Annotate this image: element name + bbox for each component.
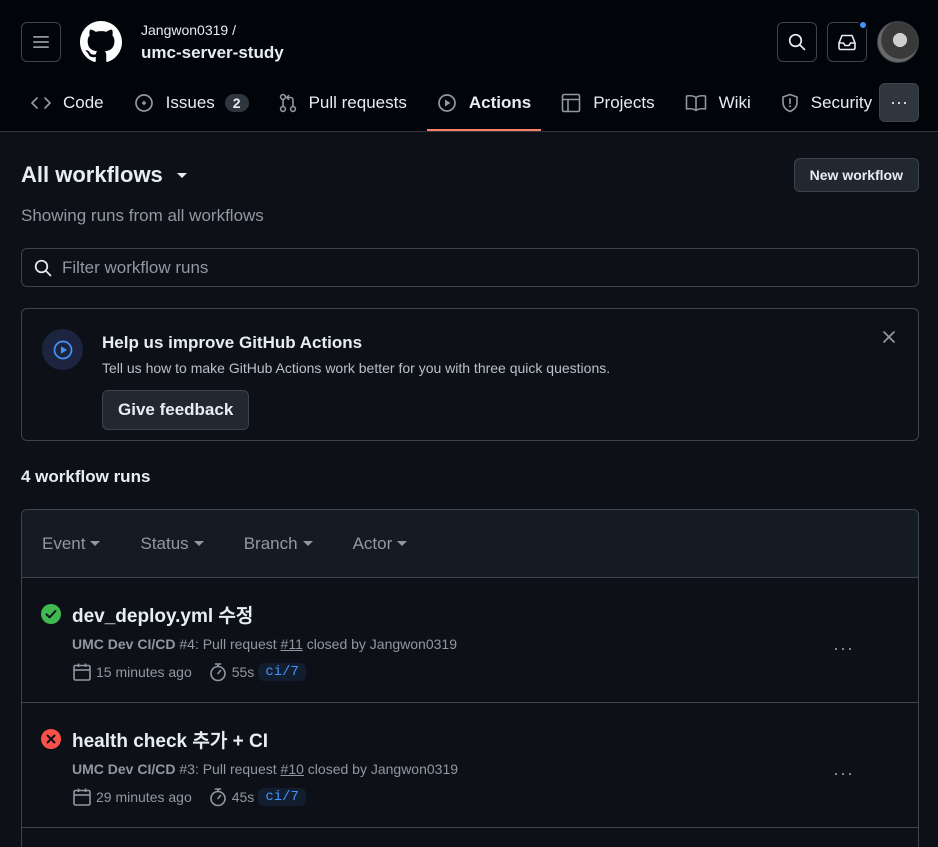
run-event-prefix: : Pull request [194,761,281,777]
tab-wiki-label: Wiki [718,93,751,112]
play-icon [438,94,456,112]
actor-filter-label: Actor [352,533,393,553]
inbox-icon [838,34,856,51]
search-button[interactable] [777,22,817,62]
run-title-link[interactable]: dev_deploy.yml 수정 [72,601,253,628]
tab-security-label: Security [810,93,873,112]
page-title: All workflows [21,162,163,187]
actor-filter[interactable]: Actor [353,534,408,554]
tab-code[interactable]: Code [21,82,114,124]
chevron-down-icon [397,541,408,546]
event-filter-label: Event [42,533,86,553]
tab-code-label: Code [63,93,104,112]
search-icon [788,33,806,51]
branch-label[interactable]: ci/7 [258,663,306,681]
chevron-down-icon [302,541,313,546]
app-header: Jangwon0319 / umc-server-study Code Issu… [0,0,938,132]
status-filter[interactable]: Status [140,533,204,554]
new-workflow-button[interactable]: New workflow [793,158,919,192]
more-tabs-button[interactable]: ··· [879,83,919,122]
give-feedback-button[interactable]: Give feedback [102,390,250,430]
tab-projects[interactable]: Projects [551,82,664,124]
run-number: #3 [179,761,195,777]
issue-opened-icon [134,94,153,112]
run-duration: 55s [231,664,255,680]
runs-list: Event Status Branch Actor dev_deploy.yml… [21,509,919,847]
run-event-suffix: closed by Jangwon0319 [302,636,457,652]
repo-owner-link[interactable]: Jangwon0319 / [141,22,236,38]
run-meta: UMC Dev CI/CD #4: Pull request #11 close… [72,636,457,652]
hamburger-icon [33,36,49,48]
calendar-icon [73,663,91,681]
run-time: 15 minutes ago [96,664,192,680]
runs-count: 4 workflow runs [21,467,151,486]
banner-title: Help us improve GitHub Actions [102,333,363,352]
x-circle-fill-icon [41,729,61,749]
chevron-down-icon [193,541,204,546]
run-info: 29 minutes ago 45s ci/7 [72,787,306,807]
code-icon [31,97,51,109]
repo-nav: Code Issues 2 Pull requests Actions Proj… [21,82,892,132]
branch-filter[interactable]: Branch [244,534,313,554]
notifications-button[interactable] [827,20,868,62]
workflow-name: UMC Dev CI/CD [72,636,176,652]
main-content: All workflows New workflow Showing runs … [0,132,938,847]
run-event-prefix: : Pull request [194,636,281,652]
filter-runs-input[interactable] [62,257,862,278]
calendar-icon [73,788,91,806]
github-logo-icon[interactable] [80,21,122,63]
pull-request-link[interactable]: #10 [281,761,304,777]
page-subtitle: Showing runs from all workflows [21,206,264,225]
workflow-run-row[interactable]: dev_deploy.yml 수정 UMC Dev CI/CD #4: Pull… [22,578,918,703]
run-more-button[interactable]: ··· [833,638,854,659]
workflows-dropdown[interactable]: All workflows [21,162,187,188]
tab-issues[interactable]: Issues 2 [124,82,259,124]
tab-pull-requests-label: Pull requests [308,93,407,112]
search-icon [34,259,52,276]
tab-projects-label: Projects [593,93,655,112]
run-title-link[interactable]: health check 추가 + CI [72,726,268,753]
workflow-name: UMC Dev CI/CD [72,761,176,777]
stopwatch-icon [209,663,226,682]
tab-issues-label: Issues [165,93,215,112]
branch-label[interactable]: ci/7 [258,788,306,806]
workflow-run-row[interactable] [22,828,918,847]
tab-actions-label: Actions [468,93,532,112]
close-icon[interactable] [882,330,896,344]
git-pull-request-icon [279,93,296,113]
run-info: 15 minutes ago 55s ci/7 [72,662,306,682]
stopwatch-icon [209,788,226,807]
runs-filter-bar: Event Status Branch Actor [22,510,918,578]
unread-indicator [858,20,868,30]
menu-button[interactable] [21,22,61,62]
run-number: #4 [179,636,195,652]
shield-icon [781,93,798,113]
workflow-run-row[interactable]: health check 추가 + CI UMC Dev CI/CD #3: P… [22,703,918,828]
run-meta: UMC Dev CI/CD #3: Pull request #10 close… [72,761,458,777]
tab-actions[interactable]: Actions [426,82,542,131]
banner-text: Tell us how to make GitHub Actions work … [102,360,611,376]
tab-pull-requests[interactable]: Pull requests [269,82,417,124]
branch-filter-label: Branch [243,533,298,553]
user-avatar[interactable] [877,21,919,63]
table-icon [561,93,581,113]
issues-count-badge: 2 [224,94,249,112]
book-icon [685,95,706,112]
actions-icon [42,329,83,370]
chevron-down-icon [176,172,187,178]
filter-runs-field[interactable] [21,248,919,287]
check-circle-fill-icon [41,604,61,624]
run-duration: 45s [231,789,255,805]
event-filter[interactable]: Event [42,533,101,554]
chevron-down-icon [90,541,101,546]
run-more-button[interactable]: ··· [833,763,854,784]
run-time: 29 minutes ago [96,789,192,805]
status-filter-label: Status [140,533,189,553]
repo-name-link[interactable]: umc-server-study [141,43,284,63]
tab-security[interactable]: Security [771,82,882,124]
pull-request-link[interactable]: #11 [281,636,303,652]
feedback-banner: Help us improve GitHub Actions Tell us h… [21,308,919,441]
tab-wiki[interactable]: Wiki [675,82,761,124]
run-event-suffix: closed by Jangwon0319 [303,761,459,777]
